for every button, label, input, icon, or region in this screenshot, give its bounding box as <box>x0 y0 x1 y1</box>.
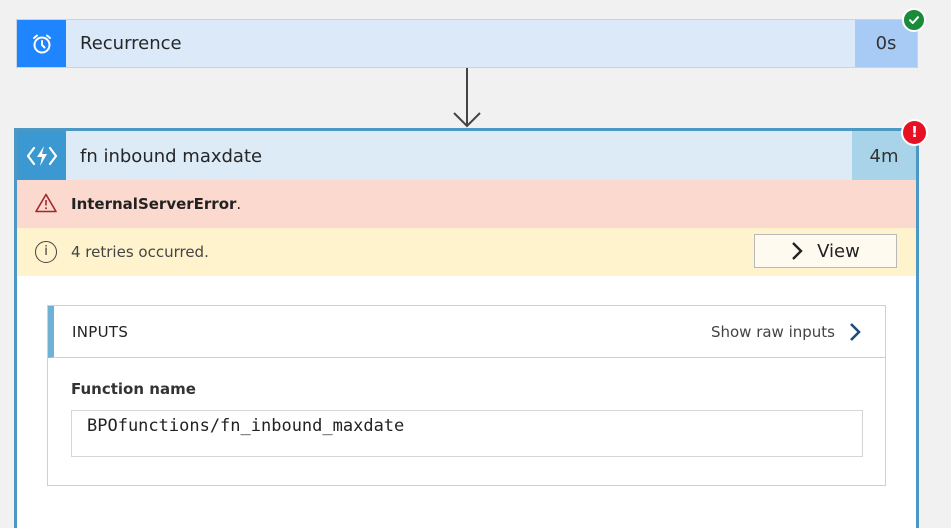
function-action-header[interactable]: fn inbound maxdate 4m <box>17 131 916 180</box>
error-message: InternalServerError. <box>71 180 241 228</box>
view-button-label: View <box>817 240 860 262</box>
warning-triangle-icon <box>35 193 57 217</box>
function-action-card: fn inbound maxdate 4m InternalServerErro… <box>14 128 919 528</box>
recurrence-title: Recurrence <box>80 33 182 54</box>
function-name-label: Function name <box>71 380 196 398</box>
function-name-value: BPOfunctions/fn_inbound_maxdate <box>87 416 405 436</box>
error-banner: InternalServerError. <box>17 180 916 228</box>
function-action-title: fn inbound maxdate <box>80 146 263 167</box>
recurrence-card[interactable]: Recurrence 0s <box>16 19 918 68</box>
error-status-icon: ! <box>901 119 928 146</box>
alarm-clock-icon <box>17 20 66 67</box>
view-retries-button[interactable]: View <box>754 234 897 268</box>
retry-info-text: 4 retries occurred. <box>71 243 209 261</box>
inputs-header: INPUTS Show raw inputs <box>48 306 885 358</box>
inputs-panel: INPUTS Show raw inputs Function name BPO… <box>47 305 886 486</box>
show-raw-inputs-link[interactable]: Show raw inputs <box>711 306 861 358</box>
error-suffix: . <box>236 195 242 213</box>
azure-function-icon <box>17 131 66 180</box>
inputs-title: INPUTS <box>72 323 129 341</box>
function-name-field[interactable]: BPOfunctions/fn_inbound_maxdate <box>71 410 863 457</box>
error-code: InternalServerError <box>71 195 237 213</box>
retry-info-banner: i 4 retries occurred. View <box>17 228 916 276</box>
chevron-right-icon <box>850 323 861 341</box>
connector-arrow <box>453 68 481 128</box>
chevron-right-icon <box>792 242 803 260</box>
show-raw-inputs-label: Show raw inputs <box>710 323 835 341</box>
success-check-icon <box>902 8 926 32</box>
info-icon: i <box>35 241 57 263</box>
